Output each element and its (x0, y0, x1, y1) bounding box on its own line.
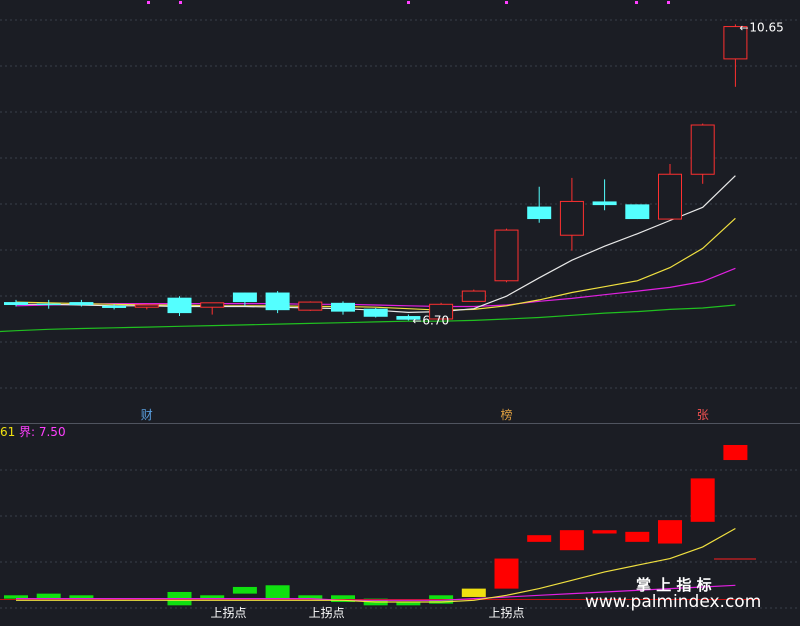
candle (331, 301, 355, 315)
candle (36, 299, 61, 309)
candle-body (690, 124, 715, 175)
candle (134, 304, 159, 310)
oscillator-bar (559, 530, 584, 551)
top-marker-dot (179, 1, 182, 4)
watermark-url: www.palmindex.com (585, 592, 762, 612)
ma-magenta-line (15, 267, 736, 308)
candle (363, 307, 388, 318)
candle-body (592, 201, 617, 206)
candle (265, 291, 290, 314)
candle (625, 204, 650, 220)
candle-body (625, 204, 650, 220)
signal-label: 上拐点 (489, 605, 525, 620)
candle (690, 123, 715, 184)
oscillator-bar (690, 478, 715, 522)
price-label: 10.65 (749, 20, 783, 34)
candles (4, 24, 748, 321)
event-marker: 榜 (501, 407, 513, 422)
candle-body (265, 292, 290, 311)
top-marker-dot (147, 1, 150, 4)
candle-body (200, 302, 225, 308)
candle-body (69, 302, 94, 306)
candle-body (167, 297, 192, 314)
candle-body (658, 173, 682, 220)
top-marker-dot (635, 1, 638, 4)
candle-body (527, 206, 552, 220)
candle (527, 186, 552, 223)
candle-body (559, 200, 584, 236)
event-marker: 张 (697, 408, 709, 422)
candle-body (494, 229, 519, 282)
candle-body (298, 301, 323, 311)
candle-body (36, 303, 61, 306)
candle-body (4, 302, 28, 306)
price-arrow: ← (739, 21, 748, 34)
candle-body (134, 304, 159, 308)
oscillator-bar (723, 445, 748, 461)
oscillator-bar (461, 588, 486, 597)
oscillator-header-value: 界: 7.50 (19, 425, 66, 439)
top-marker-dot (667, 1, 670, 4)
signal-label: 上拐点 (309, 605, 345, 620)
candle-body (102, 305, 127, 308)
oscillator-bar (527, 535, 552, 542)
top-marker-dot (505, 1, 508, 4)
candle-body (331, 302, 355, 312)
candle (461, 289, 486, 302)
candle (200, 302, 225, 315)
candle-body (363, 308, 388, 317)
oscillator-bar (625, 531, 650, 542)
top-marker-dot (407, 1, 410, 4)
candle-body (461, 290, 486, 302)
oscillator-bar (265, 585, 290, 599)
candle-body (232, 292, 257, 303)
oscillator-header-period: 61 (0, 425, 16, 439)
event-marker: 财 (141, 408, 153, 422)
candle (494, 228, 519, 283)
price-label: 6.70 (422, 313, 449, 327)
oscillator-bar (36, 593, 61, 599)
price-arrow: ← (412, 314, 421, 327)
oscillator-bar (494, 558, 519, 589)
candle (167, 296, 192, 317)
signal-label: 上拐点 (211, 605, 247, 620)
candle (658, 163, 682, 220)
candle (592, 179, 617, 211)
oscillator-bar (658, 520, 682, 544)
candle (559, 177, 584, 251)
oscillator-bar (232, 586, 257, 594)
grid-lines (0, 19, 800, 609)
candle (298, 301, 323, 311)
oscillator-bar (592, 530, 617, 534)
stock-chart: ← 10.65← 6.70财榜张上拐点 上拐点 上拐点 (0, 1, 800, 620)
